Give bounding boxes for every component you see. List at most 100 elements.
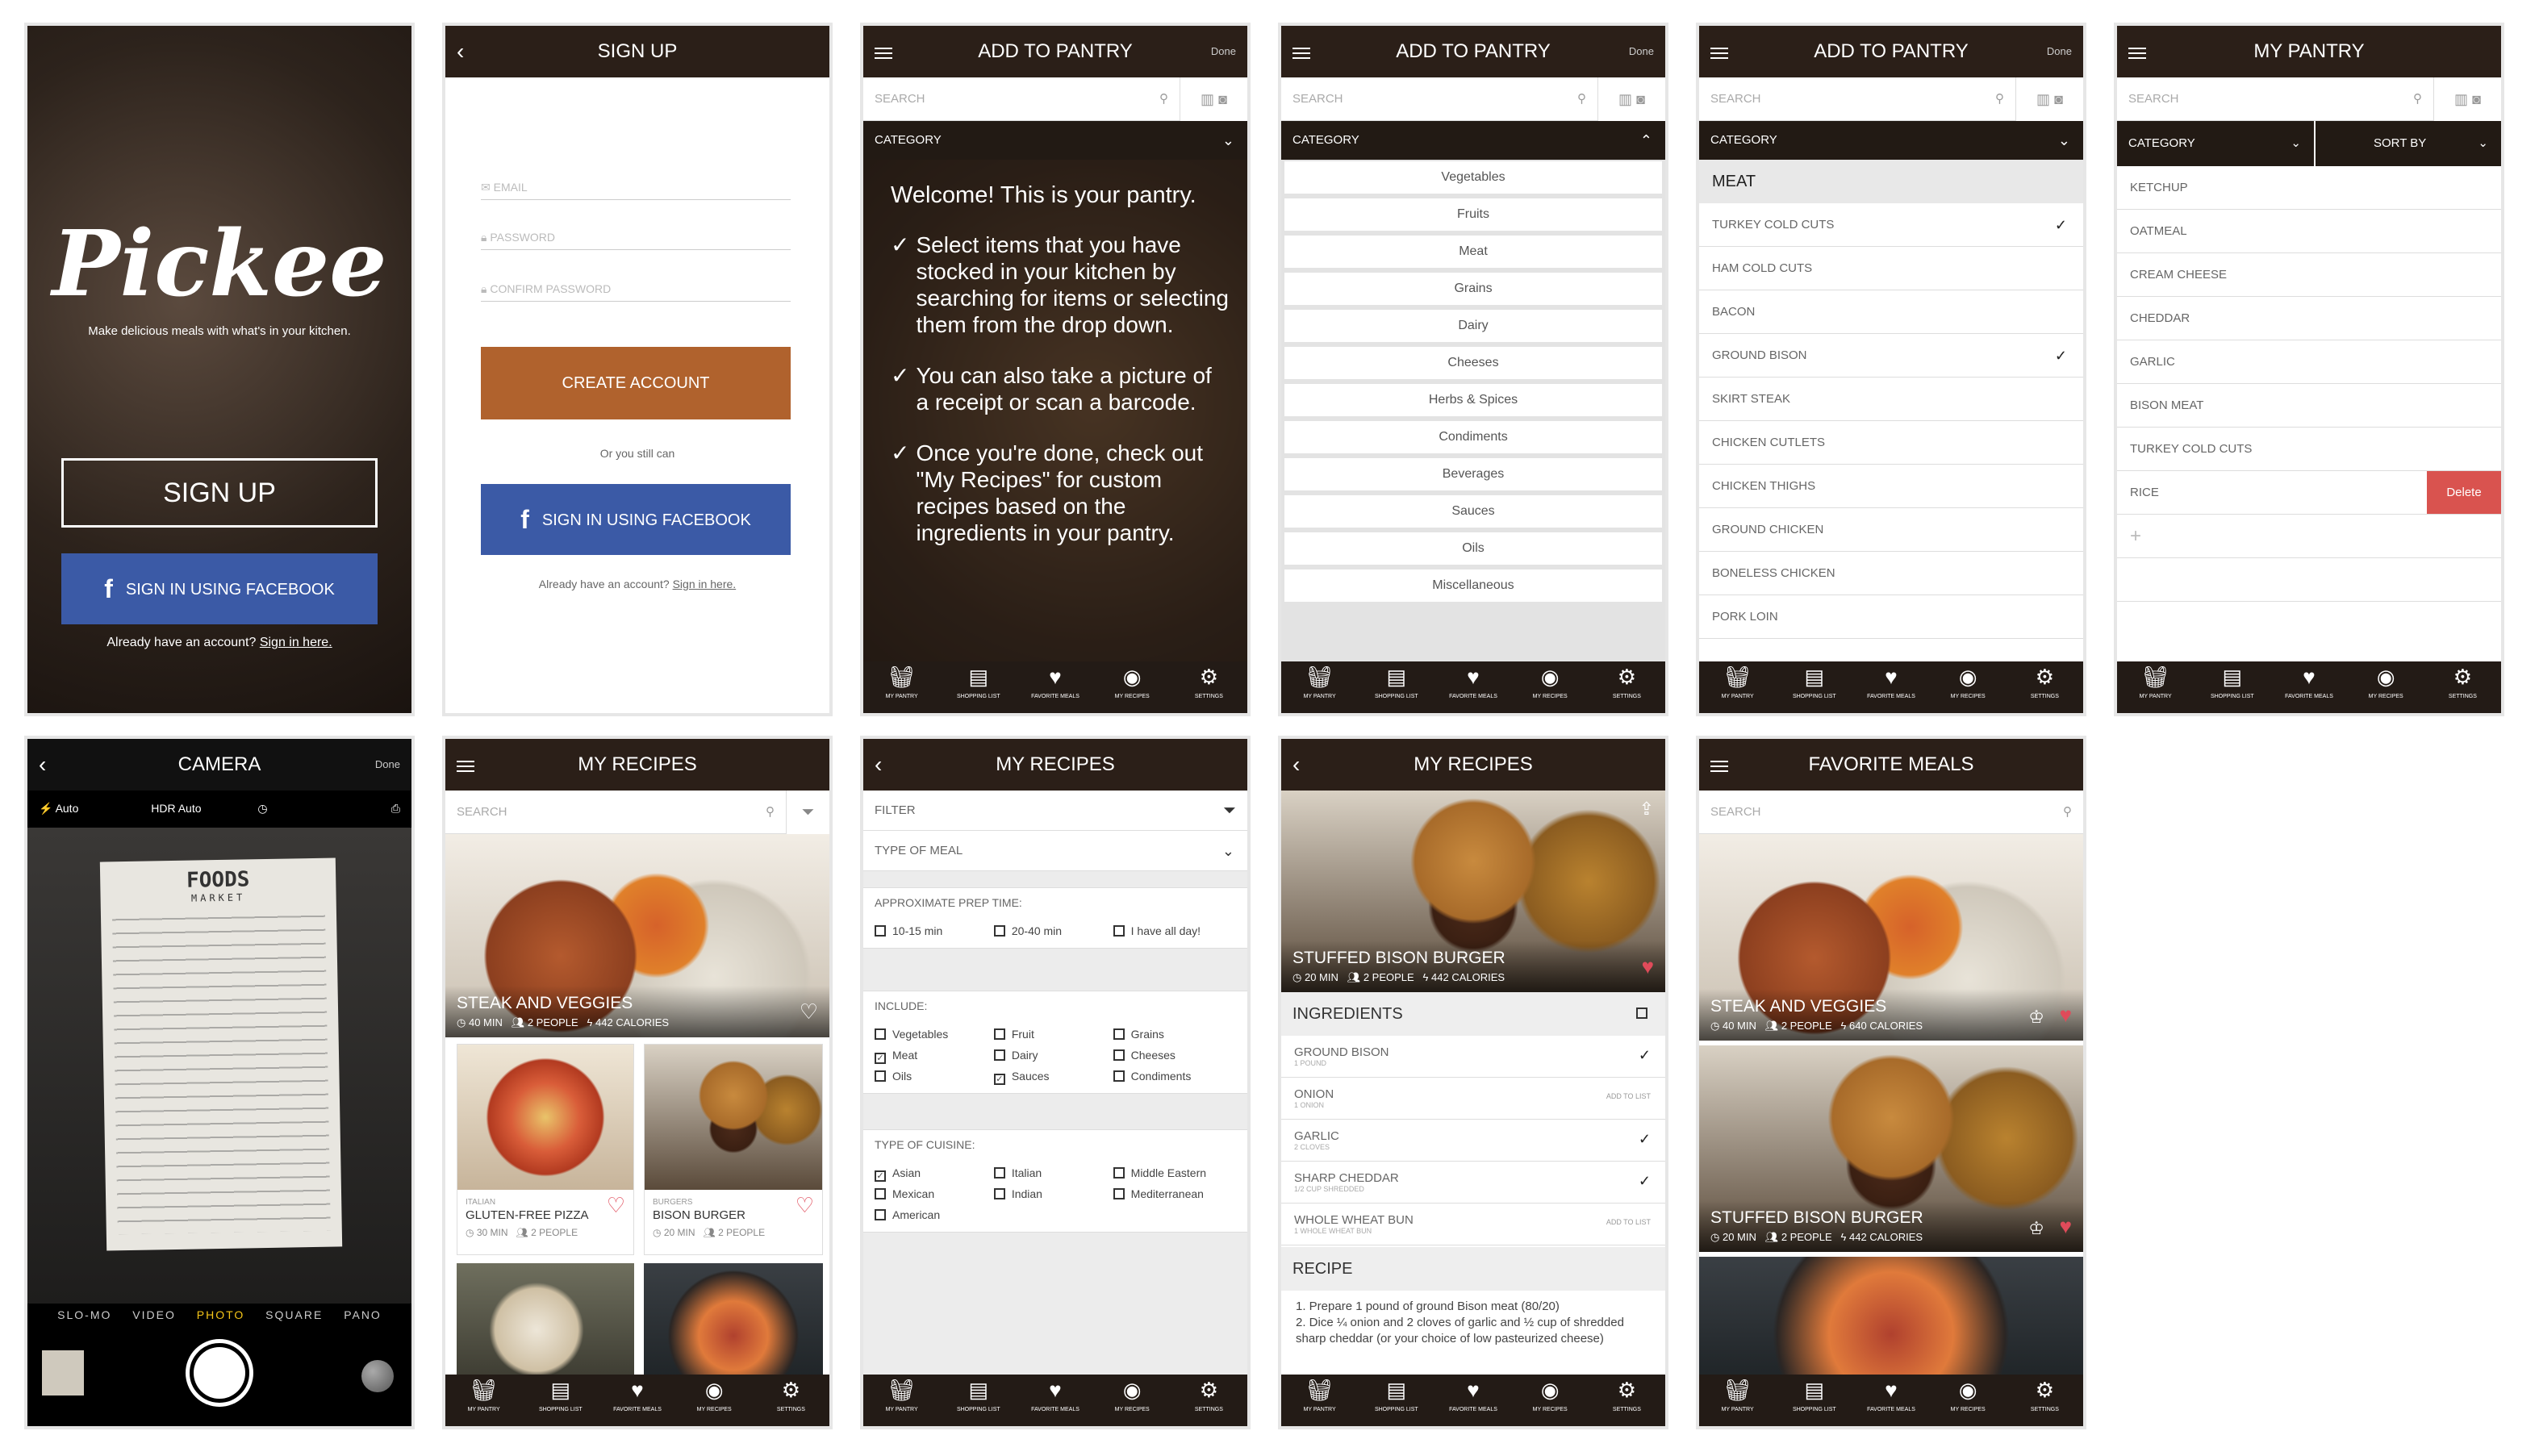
include-option[interactable]: Oils xyxy=(875,1066,994,1087)
menu-icon[interactable] xyxy=(1292,26,1310,77)
list-item[interactable]: PORK LOIN xyxy=(1699,595,2083,639)
back-icon[interactable]: ‹ xyxy=(39,739,46,791)
add-to-list-button[interactable]: ADD TO LIST xyxy=(1606,1218,1651,1226)
tab-my-recipes[interactable]: ◉ MY RECIPES xyxy=(1094,1375,1171,1426)
checkbox[interactable]: ✓ xyxy=(875,1170,886,1182)
tab-settings[interactable]: ⚙ SETTINGS xyxy=(2007,661,2083,713)
signin-link[interactable]: Sign in here. xyxy=(673,578,737,590)
include-option[interactable]: ✓ Sauces xyxy=(993,1066,1113,1087)
ingredient-status[interactable]: ✓ xyxy=(1639,1047,1651,1064)
tab-my-pantry[interactable]: 🧺︎ MY PANTRY xyxy=(1699,661,1776,713)
category-dropdown[interactable]: CATEGORY ⌄ xyxy=(863,121,1247,160)
recipe-card[interactable]: ITALIAN GLUTEN-FREE PIZZA ◷ 30 MIN 👥︎ 2 … xyxy=(457,1044,634,1255)
list-item[interactable]: GARLIC xyxy=(2117,340,2501,384)
list-item[interactable]: HAM COLD CUTS xyxy=(1699,247,2083,290)
prep-option[interactable]: 20-40 min xyxy=(993,920,1113,941)
category-item[interactable]: Meat xyxy=(1284,236,1662,273)
mode-photo[interactable]: PHOTO xyxy=(197,1308,245,1321)
checkbox[interactable] xyxy=(1113,925,1125,937)
checkbox[interactable] xyxy=(1113,1167,1125,1179)
tab-settings[interactable]: ⚙ SETTINGS xyxy=(1589,1375,1665,1426)
search-input[interactable]: SEARCH ⚲ xyxy=(1281,77,1597,121)
add-to-list-button[interactable]: ADD TO LIST xyxy=(1606,1092,1651,1100)
tab-my-recipes[interactable]: ◉ MY RECIPES xyxy=(1094,661,1171,713)
camera-icon[interactable]: ◙ xyxy=(2472,91,2481,107)
tab-favorite-meals[interactable]: ♥ FAVORITE MEALS xyxy=(1017,1375,1093,1426)
camera-icon[interactable]: ◙ xyxy=(1636,91,1645,107)
camera-icon[interactable]: ◙ xyxy=(1218,91,1227,107)
tab-my-pantry[interactable]: 🧺︎ MY PANTRY xyxy=(1281,661,1358,713)
flash-mode[interactable]: Auto xyxy=(56,802,79,815)
tab-my-pantry[interactable]: 🧺︎ MY PANTRY xyxy=(2117,661,2194,713)
recipe-hero-card[interactable]: STEAK AND VEGGIES ◷ 40 MIN 👥︎ 2 PEOPLE ϟ… xyxy=(445,834,829,1037)
recipe-card[interactable] xyxy=(457,1263,634,1384)
barcode-icon[interactable]: ▥ xyxy=(1201,91,1214,107)
menu-icon[interactable] xyxy=(1710,26,1728,77)
favorite-heart-icon[interactable]: ♥ xyxy=(1642,954,1654,979)
favorite-heart-icon[interactable]: ♥ xyxy=(2060,1214,2072,1239)
checkbox[interactable] xyxy=(1113,1049,1125,1061)
tab-my-recipes[interactable]: ◉ MY RECIPES xyxy=(1512,661,1589,713)
ingredient-row[interactable]: WHOLE WHEAT BUN 1 WHOLE WHEAT BUN ADD TO L… xyxy=(1281,1204,1665,1245)
tab-my-recipes[interactable]: ◉ MY RECIPES xyxy=(676,1375,753,1426)
checkbox[interactable] xyxy=(875,1028,886,1040)
checkbox[interactable] xyxy=(993,1167,1005,1179)
checkbox[interactable] xyxy=(1113,1188,1125,1199)
tab-shopping-list[interactable]: ▤ SHOPPING LIST xyxy=(2194,661,2270,713)
barcode-icon[interactable]: ▥ xyxy=(2454,91,2468,107)
mode-slomo[interactable]: SLO-MO xyxy=(57,1308,111,1321)
ingredient-row[interactable]: SHARP CHEDDAR 1/2 CUP SHREDDED ✓ xyxy=(1281,1162,1665,1204)
barcode-icon[interactable]: ▥ xyxy=(2036,91,2050,107)
prep-option[interactable]: I have all day! xyxy=(1113,920,1233,941)
category-item[interactable]: Miscellaneous xyxy=(1284,569,1662,607)
add-item-button[interactable]: + xyxy=(2117,515,2501,558)
flash-icon[interactable]: ⚡ xyxy=(39,802,52,815)
done-button[interactable]: Done xyxy=(2047,26,2072,77)
list-item[interactable]: GROUND CHICKEN xyxy=(1699,508,2083,552)
tab-favorite-meals[interactable]: ♥ FAVORITE MEALS xyxy=(599,1375,675,1426)
tab-shopping-list[interactable]: ▤ SHOPPING LIST xyxy=(522,1375,599,1426)
chef-hat-icon[interactable]: ♔ xyxy=(2028,1218,2044,1239)
back-icon[interactable]: ‹ xyxy=(457,26,464,77)
list-item[interactable]: TURKEY COLD CUTS xyxy=(2117,428,2501,471)
tab-favorite-meals[interactable]: ♥ FAVORITE MEALS xyxy=(1017,661,1093,713)
delete-button[interactable]: Delete xyxy=(2427,471,2501,514)
tab-favorite-meals[interactable]: ♥ FAVORITE MEALS xyxy=(1434,1375,1511,1426)
favorite-heart-icon[interactable]: ♡ xyxy=(800,999,818,1024)
camera-icon[interactable]: ◙ xyxy=(2054,91,2063,107)
ingredient-row[interactable]: GARLIC 2 CLOVES ✓ xyxy=(1281,1120,1665,1162)
filters-icon[interactable] xyxy=(361,1360,394,1392)
tab-my-pantry[interactable]: 🧺︎ MY PANTRY xyxy=(863,1375,940,1426)
list-item[interactable]: KETCHUP xyxy=(2117,166,2501,210)
include-option[interactable]: Condiments xyxy=(1113,1066,1233,1087)
ingredient-status[interactable]: ✓ xyxy=(1639,1173,1651,1190)
sortby-dropdown[interactable]: SORT BY ⌄ xyxy=(2316,121,2501,166)
tab-shopping-list[interactable]: ▤ SHOPPING LIST xyxy=(1358,661,1434,713)
category-item[interactable]: Dairy xyxy=(1284,310,1662,347)
ingredient-row[interactable]: ONION 1 ONION ADD TO LIST xyxy=(1281,1078,1665,1120)
filter-icon[interactable]: ⏷ xyxy=(786,791,829,834)
category-item[interactable]: Oils xyxy=(1284,532,1662,569)
category-item[interactable]: Sauces xyxy=(1284,495,1662,532)
select-all-checkbox[interactable] xyxy=(1636,1008,1647,1019)
favorite-heart-icon[interactable]: ♡ xyxy=(607,1193,625,1218)
prep-option[interactable]: 10-15 min xyxy=(875,920,994,941)
tab-my-pantry[interactable]: 🧺︎ MY PANTRY xyxy=(863,661,940,713)
tab-my-recipes[interactable]: ◉ MY RECIPES xyxy=(1930,661,2007,713)
tab-my-recipes[interactable]: ◉ MY RECIPES xyxy=(1512,1375,1589,1426)
checkbox[interactable] xyxy=(993,1028,1005,1040)
cuisine-option[interactable]: Indian xyxy=(993,1183,1113,1204)
checkbox[interactable] xyxy=(875,1188,886,1199)
tab-shopping-list[interactable]: ▤ SHOPPING LIST xyxy=(940,661,1017,713)
cuisine-option[interactable]: Mexican xyxy=(875,1183,994,1204)
list-item[interactable]: CHICKEN CUTLETS xyxy=(1699,421,2083,465)
include-option[interactable]: Fruit xyxy=(993,1024,1113,1045)
category-dropdown[interactable]: CATEGORY ⌃ xyxy=(1281,121,1665,160)
back-icon[interactable]: ‹ xyxy=(875,739,882,791)
create-account-button[interactable]: CREATE ACCOUNT xyxy=(481,347,791,419)
shutter-button[interactable] xyxy=(186,1339,253,1407)
checkbox[interactable] xyxy=(993,1049,1005,1061)
tab-shopping-list[interactable]: ▤ SHOPPING LIST xyxy=(1358,1375,1434,1426)
menu-icon[interactable] xyxy=(2128,26,2146,77)
list-item[interactable]: CHICKEN THIGHS xyxy=(1699,465,2083,508)
